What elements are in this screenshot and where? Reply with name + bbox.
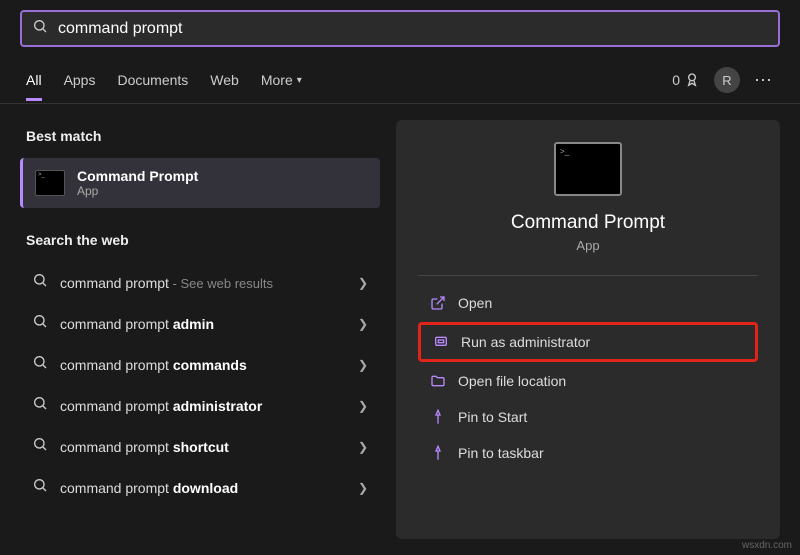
chevron-down-icon: ▾ — [297, 75, 302, 86]
best-match-title: Command Prompt — [77, 168, 198, 184]
action-pin-to-taskbar[interactable]: Pin to taskbar — [418, 436, 758, 470]
action-label: Open — [458, 295, 492, 311]
folder-icon — [430, 373, 446, 389]
search-icon — [32, 18, 48, 39]
tab-documents[interactable]: Documents — [117, 72, 188, 98]
open-icon — [430, 295, 446, 311]
best-match-result[interactable]: Command Prompt App — [20, 158, 380, 208]
action-pin-to-start[interactable]: Pin to Start — [418, 400, 758, 434]
search-icon — [32, 395, 48, 416]
preview-app-icon — [554, 142, 622, 196]
web-result[interactable]: command prompt shortcut ❯ — [20, 426, 380, 467]
search-icon — [32, 313, 48, 334]
avatar[interactable]: R — [714, 67, 740, 93]
rewards-count[interactable]: 0 — [672, 72, 700, 88]
web-result-text: command prompt - See web results — [60, 275, 346, 291]
search-bar[interactable] — [20, 10, 780, 47]
action-open-file-location[interactable]: Open file location — [418, 364, 758, 398]
medal-icon — [684, 72, 700, 88]
tab-more[interactable]: More ▾ — [261, 72, 302, 98]
action-label: Pin to taskbar — [458, 445, 544, 461]
watermark: wsxdn.com — [742, 540, 792, 551]
action-label: Open file location — [458, 373, 566, 389]
results-column: Best match Command Prompt App Search the… — [20, 120, 380, 539]
preview-title: Command Prompt — [511, 212, 665, 234]
web-result[interactable]: command prompt admin ❯ — [20, 303, 380, 344]
shield-icon — [433, 334, 449, 350]
search-icon — [32, 436, 48, 457]
web-result-text: command prompt download — [60, 480, 346, 496]
action-open[interactable]: Open — [418, 286, 758, 320]
action-run-as-administrator[interactable]: Run as administrator — [418, 322, 758, 362]
tab-all[interactable]: All — [26, 72, 42, 101]
chevron-right-icon: ❯ — [358, 481, 368, 495]
best-match-subtitle: App — [77, 184, 198, 198]
search-web-header: Search the web — [20, 224, 380, 256]
web-result[interactable]: command prompt commands ❯ — [20, 344, 380, 385]
preview-subtitle: App — [576, 238, 599, 253]
tab-web[interactable]: Web — [210, 72, 239, 98]
pin-icon — [430, 445, 446, 461]
search-input[interactable] — [58, 20, 768, 38]
divider — [418, 275, 758, 276]
best-match-header: Best match — [20, 120, 380, 152]
search-icon — [32, 354, 48, 375]
action-label: Pin to Start — [458, 409, 527, 425]
preview-panel: Command Prompt App Open Run as administr… — [396, 120, 780, 539]
web-result[interactable]: command prompt administrator ❯ — [20, 385, 380, 426]
chevron-right-icon: ❯ — [358, 317, 368, 331]
chevron-right-icon: ❯ — [358, 440, 368, 454]
web-result[interactable]: command prompt - See web results ❯ — [20, 262, 380, 303]
filter-tabs: All Apps Documents Web More ▾ 0 R ⋯ — [0, 57, 800, 104]
web-result-text: command prompt shortcut — [60, 439, 346, 455]
more-options-icon[interactable]: ⋯ — [754, 70, 774, 91]
web-result[interactable]: command prompt download ❯ — [20, 467, 380, 508]
app-icon — [35, 170, 65, 196]
search-icon — [32, 272, 48, 293]
web-result-text: command prompt administrator — [60, 398, 346, 414]
pin-icon — [430, 409, 446, 425]
tab-apps[interactable]: Apps — [64, 72, 96, 98]
chevron-right-icon: ❯ — [358, 399, 368, 413]
chevron-right-icon: ❯ — [358, 358, 368, 372]
action-label: Run as administrator — [461, 334, 590, 350]
web-result-text: command prompt admin — [60, 316, 346, 332]
chevron-right-icon: ❯ — [358, 276, 368, 290]
web-result-text: command prompt commands — [60, 357, 346, 373]
search-icon — [32, 477, 48, 498]
